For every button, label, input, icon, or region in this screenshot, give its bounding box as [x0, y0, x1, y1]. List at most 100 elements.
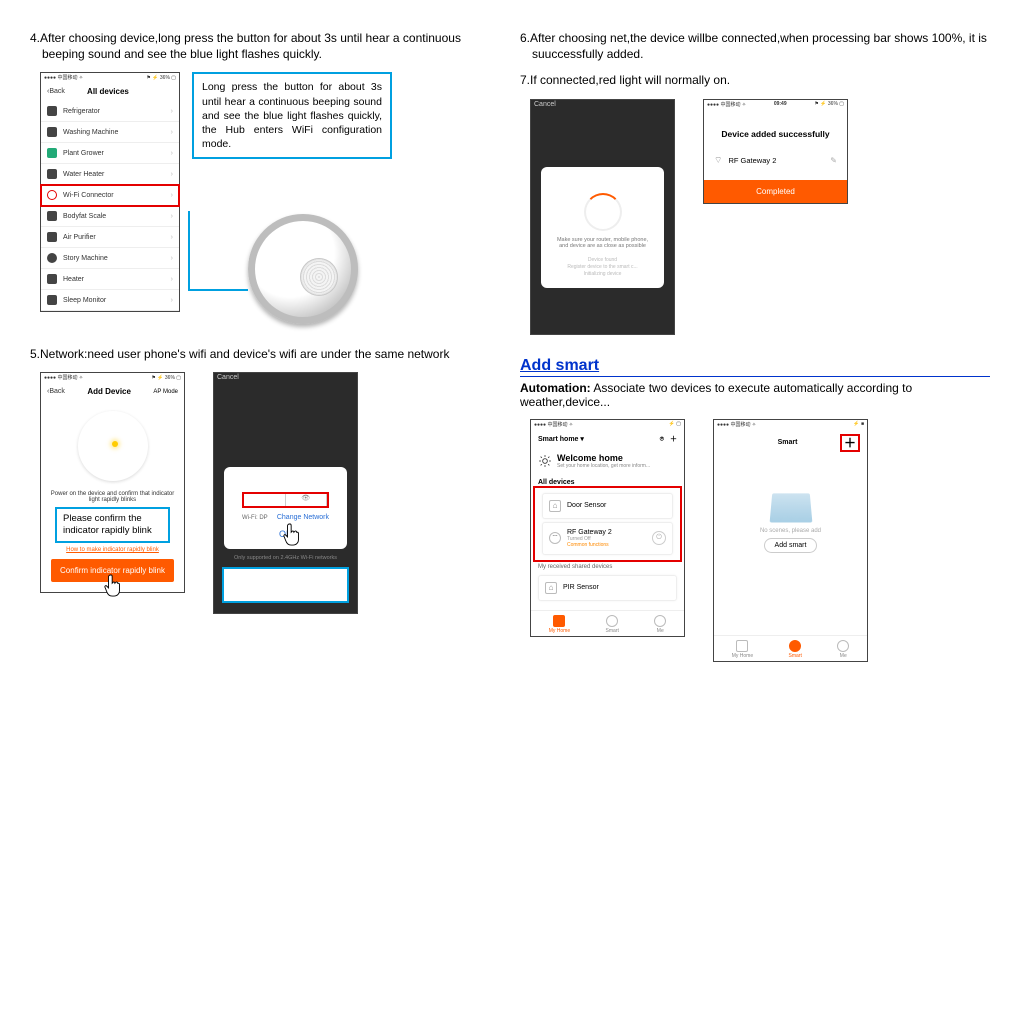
voice-icon[interactable]: ⌾	[660, 436, 664, 443]
progress-steps: Device found Register device to the smar…	[549, 257, 656, 278]
change-network-link[interactable]: Change Network	[277, 514, 329, 521]
chevron-right-icon: ›	[171, 297, 173, 304]
highlighted-devices: ⌂Door Sensor ⌔ RF Gateway 2Turned OffCom…	[535, 488, 680, 560]
bottom-nav: My Home Smart Me	[531, 610, 684, 636]
nav-header: ‹Back Add Device AP Mode	[41, 382, 184, 401]
nav-smart[interactable]: Smart	[606, 615, 619, 634]
add-smart-cta[interactable]: Add smart	[764, 538, 818, 553]
plant-icon	[47, 148, 57, 158]
device-card[interactable]: ⌔ RF Gateway 2Turned OffCommon functions…	[542, 522, 673, 555]
welcome-block: Welcome homeSet your home location, get …	[531, 449, 684, 475]
list-item[interactable]: Refrigerator›	[41, 101, 179, 122]
chevron-right-icon: ›	[171, 276, 173, 283]
list-item[interactable]: Bodyfat Scale›	[41, 206, 179, 227]
phone-device-added: ●●●● 中国移动 ✧09:49⚑ ⚡ 36% ▢ Device added s…	[703, 99, 848, 204]
list-item[interactable]: Plant Grower›	[41, 143, 179, 164]
list-item[interactable]: Washing Machine›	[41, 122, 179, 143]
home-icon	[553, 615, 565, 627]
list-item[interactable]: Air Purifier›	[41, 227, 179, 248]
pir-sensor-icon: ⌂	[545, 582, 557, 594]
dialog-title: Enter Wi-Fi password	[232, 477, 339, 486]
step6-text: 6.After choosing net,the device willbe c…	[520, 30, 990, 62]
edit-icon[interactable]: ✎	[830, 156, 837, 165]
progress-pct: 7%	[597, 207, 609, 216]
home-icon	[736, 640, 748, 652]
bottom-nav: My Home Smart Me	[714, 635, 867, 661]
hand-icon	[103, 572, 125, 600]
cancel-button[interactable]: Cancel	[217, 374, 239, 381]
wifi-icon	[47, 190, 57, 200]
step6-figure: Cancel Connecting 7% Make sure your rout…	[530, 99, 990, 335]
add-icon[interactable]: ＋	[670, 436, 677, 443]
callout-wifi-password: Please enter the WIFI password	[222, 567, 349, 603]
list-item[interactable]: Story Machine›	[41, 248, 179, 269]
status-bar: ●●●● 中国移动 ✧09:49⚑ ⚡ 36% ▢	[704, 100, 847, 109]
eye-icon[interactable]: 👁	[286, 494, 328, 506]
user-icon	[837, 640, 849, 652]
nav-header: ‹Back All devices	[41, 82, 179, 101]
wifi-password-input[interactable]: 👁	[242, 492, 329, 508]
welcome-title: Welcome home	[557, 453, 650, 463]
progress-ring: 7%	[584, 193, 622, 231]
connecting-label: Connecting	[549, 177, 656, 187]
callout-step4: Long press the button for about 3s until…	[192, 72, 392, 159]
left-column: 4.After choosing device,long press the b…	[30, 30, 500, 684]
phone-smart-home: ●●●● 中国移动 ✧⚡ ▢ Smart home ▾ ⌾ ＋ Welcome h…	[530, 419, 685, 637]
smart-title: Smart	[778, 439, 798, 446]
smart-header: Smart ＋	[714, 429, 867, 457]
screen-title: All devices	[65, 87, 151, 96]
back-button[interactable]: ‹Back	[47, 388, 65, 395]
door-sensor-icon: ⌂	[549, 500, 561, 512]
status-bar: ●●●● 中国移动 ✧⚡ ■	[714, 420, 867, 429]
nav-me[interactable]: Me	[654, 615, 666, 634]
story-icon	[47, 253, 57, 263]
smart-icon	[606, 615, 618, 627]
proximity-note: Make sure your router, mobile phone, and…	[553, 237, 652, 249]
list-item[interactable]: Water Heater›	[41, 164, 179, 185]
cancel-button[interactable]: Cancel	[534, 101, 556, 108]
automation-text: Automation: Associate two devices to exe…	[520, 381, 990, 409]
list-item[interactable]: Sleep Monitor›	[41, 290, 179, 311]
help-link[interactable]: How to make indicator rapidly blink	[49, 547, 176, 553]
status-bar: ●●●● 中国移动 ✧⚡ ▢	[531, 420, 684, 429]
phone-wifi-password: Cancel Enter Wi-Fi password 👁 Wi-Fi: DP …	[213, 372, 358, 614]
right-column: 6.After choosing net,the device willbe c…	[520, 30, 990, 684]
list-item-wifi-connector[interactable]: Wi-Fi Connector›	[41, 185, 179, 206]
nav-home[interactable]: My Home	[732, 640, 753, 659]
sleep-icon	[47, 295, 57, 305]
all-devices-label: All devices	[531, 475, 684, 488]
phone-add-device: ●●●● 中国移动 ✧⚑ ⚡ 36% ▢ ‹Back Add Device AP…	[40, 372, 185, 593]
add-smart-button[interactable]: ＋	[840, 434, 860, 452]
completed-button[interactable]: Completed	[704, 180, 847, 203]
nav-smart[interactable]: Smart	[789, 640, 802, 659]
device-card[interactable]: ⌂Door Sensor	[542, 493, 673, 519]
home-dropdown[interactable]: Smart home ▾	[538, 435, 584, 443]
scale-icon	[47, 211, 57, 221]
device-card[interactable]: ⌂PIR Sensor	[538, 575, 677, 601]
welcome-sub: Set your home location, get more inform.…	[557, 463, 650, 469]
purifier-icon	[47, 232, 57, 242]
ap-mode-link[interactable]: AP Mode	[153, 389, 178, 395]
phone-all-devices: ●●●● 中国移动 ✧⚑ ⚡ 36% ▢ ‹Back All devices R…	[40, 72, 180, 312]
callout-group: Long press the button for about 3s until…	[192, 72, 392, 324]
chevron-right-icon: ›	[171, 192, 173, 199]
success-title: Device added successfully	[704, 129, 847, 139]
power-icon[interactable]: ⏻	[652, 531, 666, 545]
nav-me[interactable]: Me	[837, 640, 849, 659]
status-bar: ●●●● 中国移动 ✧⚑ ⚡ 36% ▢	[41, 73, 179, 82]
list-item[interactable]: Heater›	[41, 269, 179, 290]
power-on-instruction: Power on the device and confirm that ind…	[49, 491, 176, 503]
phone-smart-empty: ●●●● 中国移动 ✧⚡ ■ Smart ＋ No scenes, please…	[713, 419, 868, 662]
chevron-right-icon: ›	[171, 129, 173, 136]
nav-home[interactable]: My Home	[549, 615, 570, 634]
step5-text: 5.Network:need user phone's wifi and dev…	[30, 346, 500, 362]
fridge-icon	[47, 106, 57, 116]
chevron-right-icon: ›	[171, 171, 173, 178]
step4-text: 4.After choosing device,long press the b…	[30, 30, 500, 62]
chevron-right-icon: ›	[171, 213, 173, 220]
chevron-right-icon: ›	[171, 150, 173, 157]
step4-figure: ●●●● 中国移动 ✧⚑ ⚡ 36% ▢ ‹Back All devices R…	[40, 72, 500, 324]
wifi-icon: ⌔	[714, 155, 722, 166]
chevron-right-icon: ›	[171, 255, 173, 262]
back-button[interactable]: ‹Back	[47, 88, 65, 95]
